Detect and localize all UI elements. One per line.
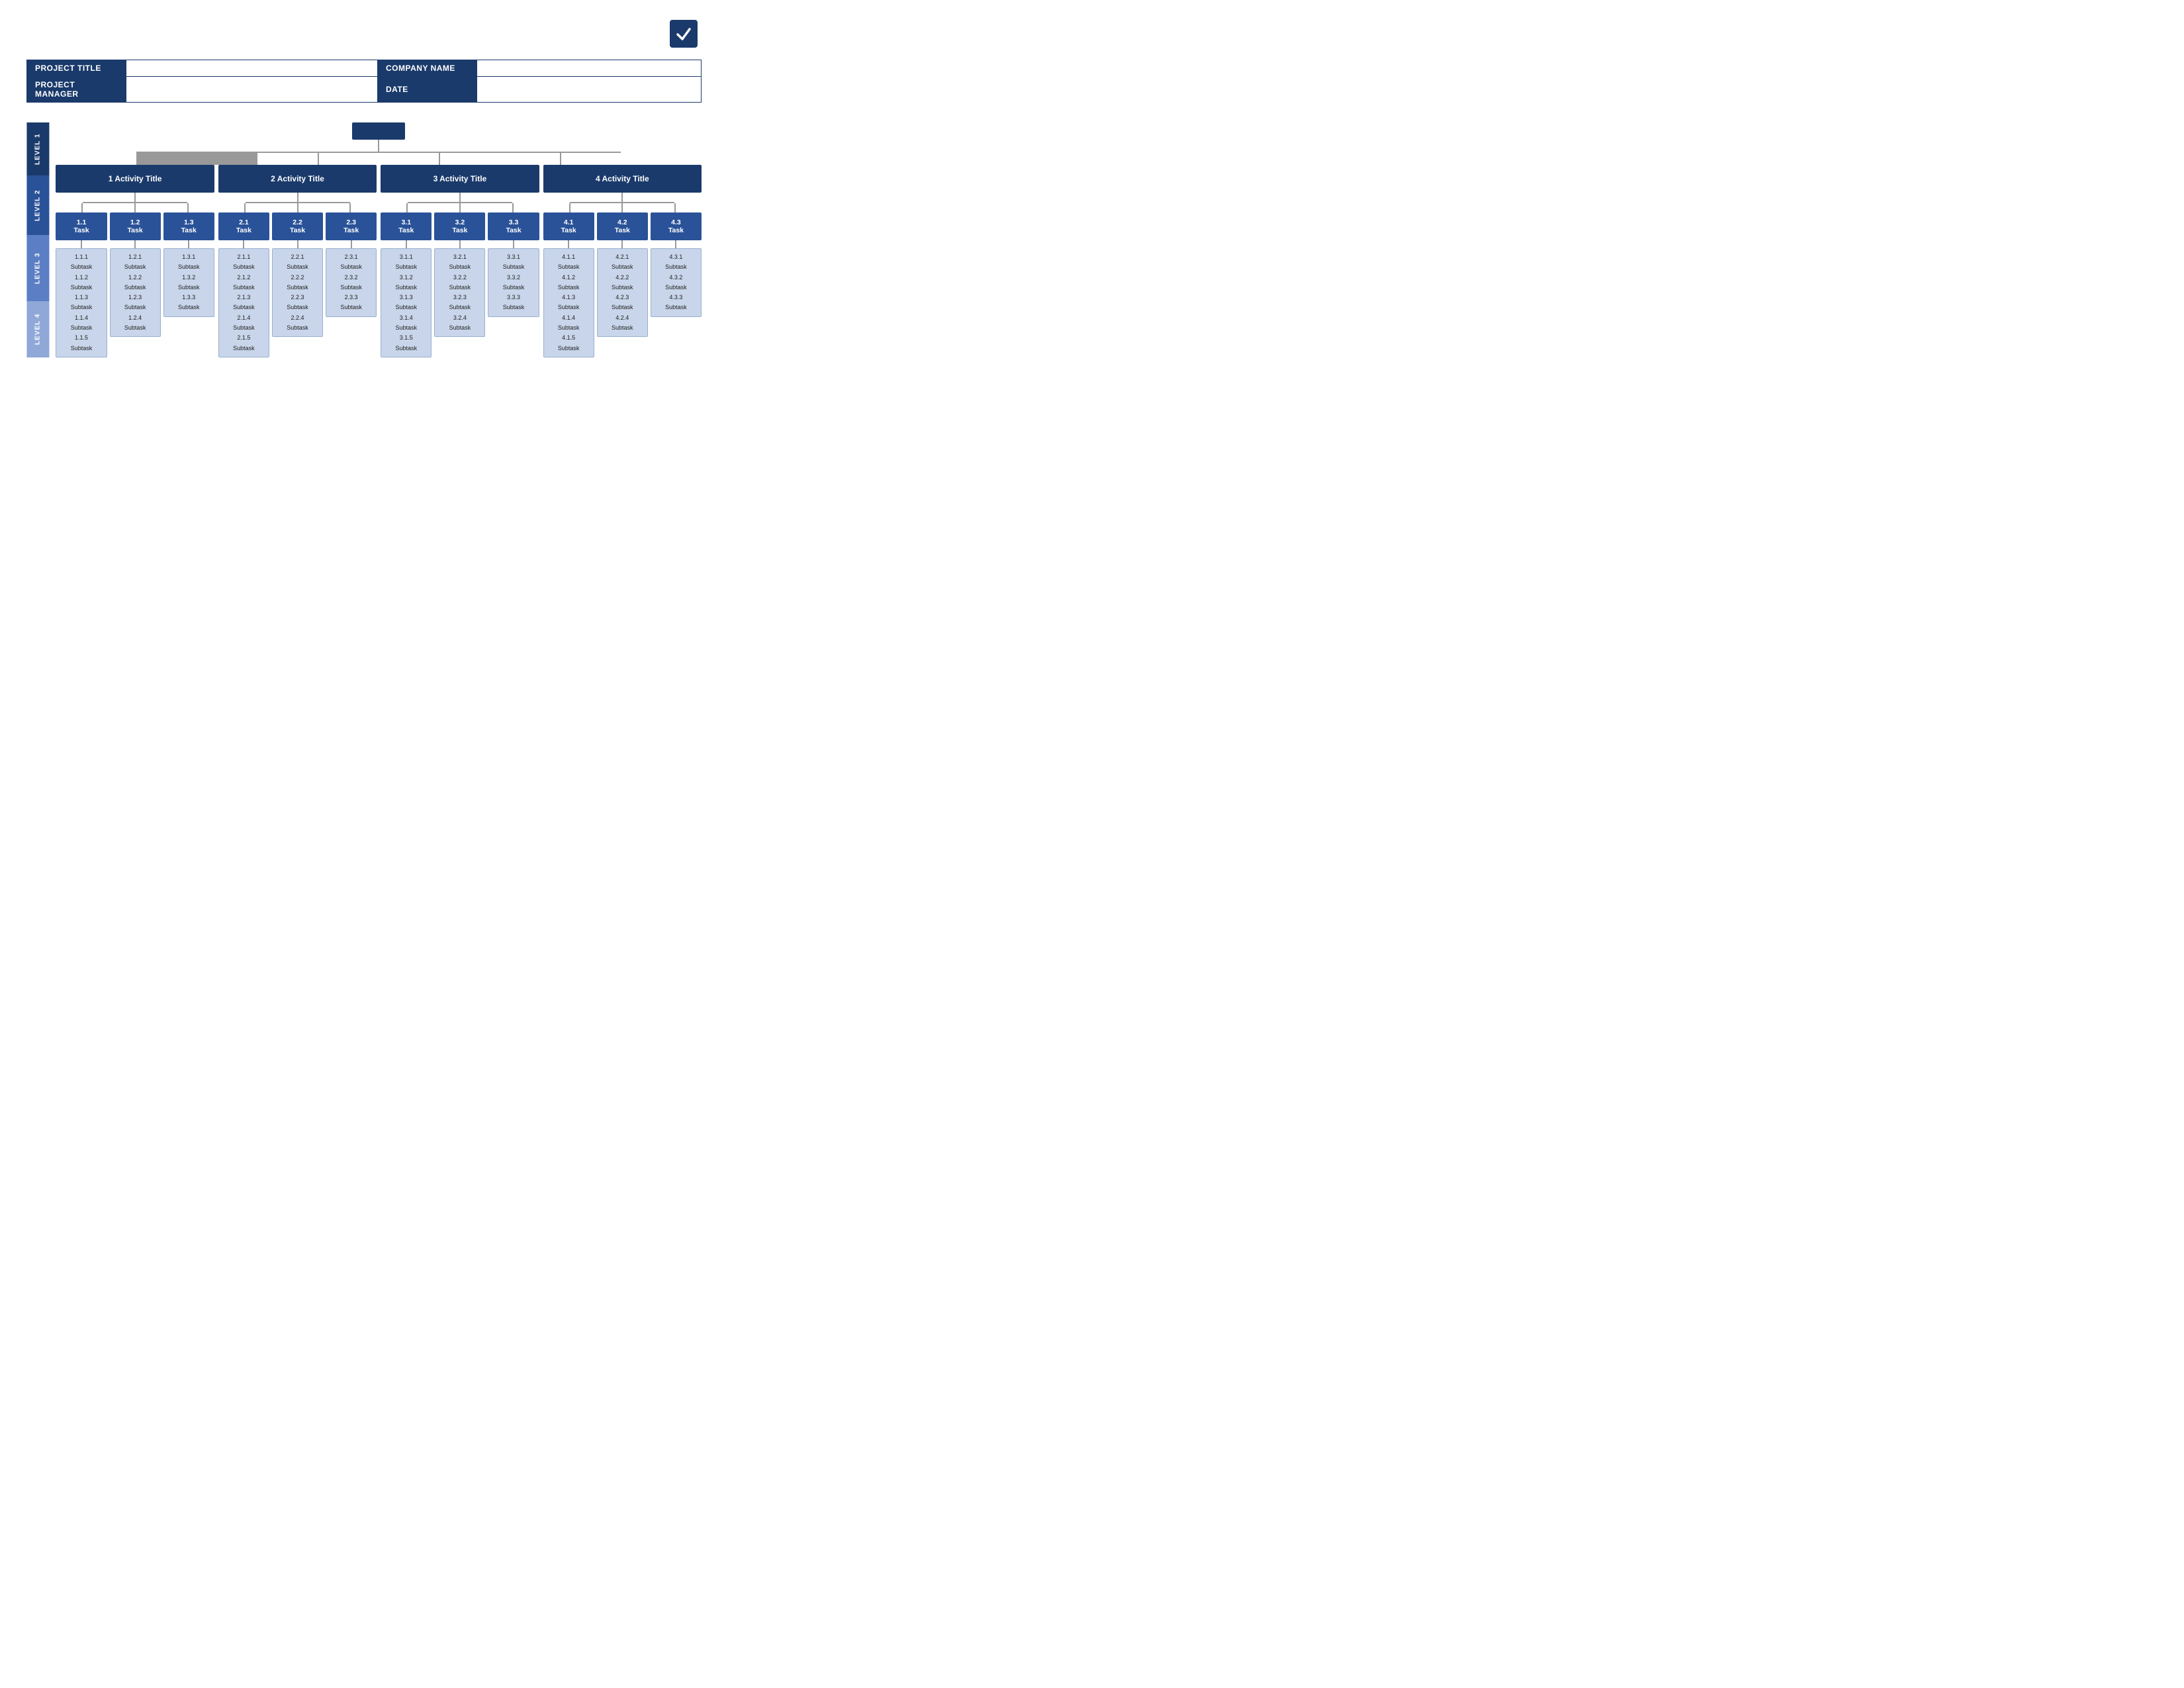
task-col-4-1: 4.1Task 4.1.1Subtask4.1.2Subtask4.1.3Subt…: [543, 212, 594, 357]
subtask-box-1-1: 1.1.1Subtask1.1.2Subtask1.1.3Subtask1.1.…: [56, 248, 107, 357]
subtask-box-1-3: 1.3.1Subtask1.3.2Subtask1.3.3Subtask: [163, 248, 214, 317]
level-2-label: LEVEL 2: [26, 175, 49, 235]
logo-icon: [670, 20, 698, 48]
subtask-box-4-2: 4.2.1Subtask4.2.2Subtask4.2.3Subtask4.2.…: [597, 248, 648, 337]
subtask-box-3-1: 3.1.1Subtask3.1.2Subtask3.1.3Subtask3.1.…: [381, 248, 432, 357]
task-box-3-2: 3.2Task: [434, 212, 485, 240]
tasks-row-1: 1.1Task 1.1.1Subtask1.1.2Subtask1.1.3Subt…: [56, 212, 214, 357]
task-box-2-2: 2.2Task: [272, 212, 323, 240]
date-value[interactable]: [477, 77, 702, 103]
task-col-2-1: 2.1Task 2.1.1Subtask2.1.2Subtask2.1.3Subt…: [218, 212, 269, 357]
wbs-chart: 1 Activity Title 1.1Task 1.1.1Subtask1.1.2…: [56, 122, 702, 357]
project-manager-value[interactable]: [126, 77, 378, 103]
activity-col-3: 3 Activity Title 3.1Task 3.1.1Subtask3.1.2…: [381, 165, 539, 357]
activity-box-4: 4 Activity Title: [543, 165, 702, 193]
task-box-3-3: 3.3Task: [488, 212, 539, 240]
task-col-4-2: 4.2Task 4.2.1Subtask4.2.2Subtask4.2.3Subt…: [597, 212, 648, 337]
task-col-1-3: 1.3Task 1.3.1Subtask1.3.2Subtask1.3.3Subt…: [163, 212, 214, 317]
subtask-box-1-2: 1.2.1Subtask1.2.2Subtask1.2.3Subtask1.2.…: [110, 248, 161, 337]
task-col-2-2: 2.2Task 2.2.1Subtask2.2.2Subtask2.2.3Subt…: [272, 212, 323, 337]
activity-box-3: 3 Activity Title: [381, 165, 539, 193]
level1-row: [56, 122, 702, 140]
task-col-3-3: 3.3Task 3.3.1Subtask3.3.2Subtask3.3.3Subt…: [488, 212, 539, 317]
activity-col-4: 4 Activity Title 4.1Task 4.1.1Subtask4.1.2…: [543, 165, 702, 357]
task-box-2-3: 2.3Task: [326, 212, 377, 240]
task-box-4-3: 4.3Task: [651, 212, 702, 240]
task-box-2-1: 2.1Task: [218, 212, 269, 240]
task-col-3-1: 3.1Task 3.1.1Subtask3.1.2Subtask3.1.3Subt…: [381, 212, 432, 357]
company-name-label: COMPANY NAME: [378, 60, 477, 77]
tasks-row-2: 2.1Task 2.1.1Subtask2.1.2Subtask2.1.3Subt…: [218, 212, 377, 357]
task-col-2-3: 2.3Task 2.3.1Subtask2.3.2Subtask2.3.3Subt…: [326, 212, 377, 317]
task-box-1-3: 1.3Task: [163, 212, 214, 240]
task-box-1-1: 1.1Task: [56, 212, 107, 240]
subtask-box-2-3: 2.3.1Subtask2.3.2Subtask2.3.3Subtask: [326, 248, 377, 317]
tasks-row-4: 4.1Task 4.1.1Subtask4.1.2Subtask4.1.3Subt…: [543, 212, 702, 357]
page-wrapper: PROJECT TITLE COMPANY NAME PROJECT MANAG…: [26, 20, 702, 357]
task-box-4-2: 4.2Task: [597, 212, 648, 240]
subtask-box-2-2: 2.2.1Subtask2.2.2Subtask2.2.3Subtask2.2.…: [272, 248, 323, 337]
tasks-row-3: 3.1Task 3.1.1Subtask3.1.2Subtask3.1.3Subt…: [381, 212, 539, 357]
subtask-box-4-3: 4.3.1Subtask4.3.2Subtask4.3.3Subtask: [651, 248, 702, 317]
checkmark-icon: [674, 24, 693, 43]
subtask-box-3-2: 3.2.1Subtask3.2.2Subtask3.2.3Subtask3.2.…: [434, 248, 485, 337]
subtask-box-3-3: 3.3.1Subtask3.3.2Subtask3.3.3Subtask: [488, 248, 539, 317]
level-4-label: LEVEL 4: [26, 301, 49, 357]
level-3-label: LEVEL 3: [26, 235, 49, 301]
activity-col-1: 1 Activity Title 1.1Task 1.1.1Subtask1.1.2…: [56, 165, 214, 357]
task-col-4-3: 4.3Task 4.3.1Subtask4.3.2Subtask4.3.3Subt…: [651, 212, 702, 317]
h-span-top: [136, 152, 621, 153]
activities-row: 1 Activity Title 1.1Task 1.1.1Subtask1.1.2…: [56, 165, 702, 357]
subtask-box-2-1: 2.1.1Subtask2.1.2Subtask2.1.3Subtask2.1.…: [218, 248, 269, 357]
level-1-label: LEVEL 1: [26, 122, 49, 175]
date-label: DATE: [378, 77, 477, 103]
info-table: PROJECT TITLE COMPANY NAME PROJECT MANAG…: [26, 60, 702, 103]
logo: [670, 20, 702, 48]
task-col-1-1: 1.1Task 1.1.1Subtask1.1.2Subtask1.1.3Subt…: [56, 212, 107, 357]
task-col-3-2: 3.2Task 3.2.1Subtask3.2.2Subtask3.2.3Subt…: [434, 212, 485, 337]
activity-box-2: 2 Activity Title: [218, 165, 377, 193]
v-line-from-project: [56, 140, 702, 152]
activity-drops: [56, 153, 702, 165]
project-title-label: PROJECT TITLE: [27, 60, 126, 77]
task-box-1-2: 1.2Task: [110, 212, 161, 240]
company-name-value[interactable]: [477, 60, 702, 77]
activity-col-2: 2 Activity Title 2.1Task 2.1.1Subtask2.1.2…: [218, 165, 377, 357]
activity-box-1: 1 Activity Title: [56, 165, 214, 193]
project-title-node: [352, 122, 405, 140]
page-header: [26, 20, 702, 48]
project-manager-label: PROJECT MANAGER: [27, 77, 126, 103]
wbs-section: LEVEL 1 LEVEL 2 LEVEL 3 LEVEL 4: [26, 122, 702, 357]
subtask-box-4-1: 4.1.1Subtask4.1.2Subtask4.1.3Subtask4.1.…: [543, 248, 594, 357]
level-labels: LEVEL 1 LEVEL 2 LEVEL 3 LEVEL 4: [26, 122, 49, 357]
task-box-3-1: 3.1Task: [381, 212, 432, 240]
project-title-value[interactable]: [126, 60, 378, 77]
task-col-1-2: 1.2Task 1.2.1Subtask1.2.2Subtask1.2.3Subt…: [110, 212, 161, 337]
task-box-4-1: 4.1Task: [543, 212, 594, 240]
